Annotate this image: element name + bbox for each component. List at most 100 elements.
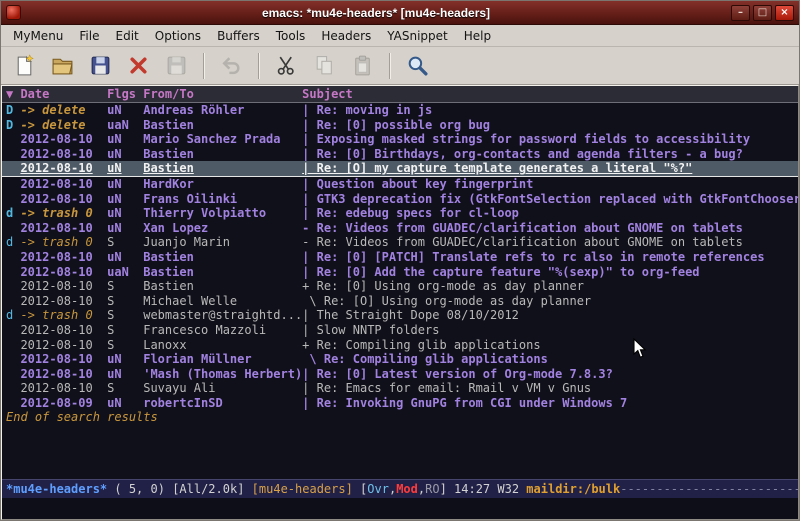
write-file-button [159, 50, 194, 81]
close-buffer-button[interactable] [121, 50, 156, 81]
row-subject: - Re: Videos from GUADEC/clarification a… [302, 221, 798, 236]
message-row[interactable]: 2012-08-10uNFrans Oilinki| GTK3 deprecat… [2, 192, 798, 207]
minimize-icon: – [738, 8, 743, 18]
menu-item-mymenu[interactable]: MyMenu [5, 26, 71, 46]
close-icon: × [780, 8, 788, 18]
row-subject: + Re: [0] Using org-mode as day planner [302, 279, 798, 294]
message-row[interactable]: 2012-08-09uNrobertcInSD| Re: Invoking Gn… [2, 396, 798, 411]
open-file-icon [51, 54, 74, 77]
row-mark [6, 323, 20, 338]
message-row[interactable]: 2012-08-10uaNBastien| Re: [0] Add the ca… [2, 265, 798, 280]
minimize-button[interactable]: – [731, 5, 750, 21]
message-row[interactable]: 2012-08-10uN'Mash (Thomas Herbert)| Re: … [2, 367, 798, 382]
modeline-segment-folder: maildir:/bulk [526, 482, 620, 496]
message-row[interactable]: 2012-08-10uNFlorian Müllner \ Re: Compil… [2, 352, 798, 367]
row-flags: uN [107, 147, 143, 162]
row-flags: uaN [107, 118, 143, 133]
message-row[interactable]: 2012-08-10uNMario Sanchez Prada| Exposin… [2, 132, 798, 147]
row-flags: uN [107, 396, 143, 411]
row-mark [6, 396, 20, 411]
new-file-button[interactable] [7, 50, 42, 81]
search-button[interactable] [400, 50, 435, 81]
column-header-flags[interactable]: Flgs [107, 86, 143, 102]
menu-item-buffers[interactable]: Buffers [209, 26, 268, 46]
row-flags: uN [107, 161, 143, 176]
row-mark [6, 221, 20, 236]
echo-area[interactable] [2, 498, 798, 519]
column-header-date[interactable]: Date [20, 86, 107, 102]
undo-button [214, 50, 249, 81]
new-file-icon [13, 54, 36, 77]
message-row[interactable]: 2012-08-10uNXan Lopez- Re: Videos from G… [2, 221, 798, 236]
toolbar-separator [203, 53, 205, 79]
message-row[interactable]: d-> trash 0SJuanjo Marin- Re: Videos fro… [2, 235, 798, 250]
window-menu-icon[interactable] [6, 5, 21, 20]
row-mark [6, 279, 20, 294]
open-file-button[interactable] [45, 50, 80, 81]
menu-item-options[interactable]: Options [147, 26, 209, 46]
message-row[interactable]: d-> trash 0uNThierry Volpiatto| Re: edeb… [2, 206, 798, 221]
row-date: 2012-08-10 [20, 265, 107, 280]
row-mark [6, 294, 20, 309]
message-row[interactable]: 2012-08-10uNHardKor| Question about key … [2, 177, 798, 192]
row-mark: d [6, 206, 20, 221]
row-flags: uN [107, 177, 143, 192]
row-subject: | Re: [0] possible org bug [302, 118, 798, 133]
menu-item-headers[interactable]: Headers [313, 26, 379, 46]
row-flags: uN [107, 250, 143, 265]
menu-item-yasnippet[interactable]: YASnippet [379, 26, 456, 46]
row-date: 2012-08-10 [20, 352, 107, 367]
message-row[interactable]: D-> deleteuNAndreas Röhler| Re: moving i… [2, 103, 798, 118]
message-row[interactable]: 2012-08-10SFrancesco Mazzoli| Slow NNTP … [2, 323, 798, 338]
mu4e-headers-buffer[interactable]: ▼ Date Flgs From/To Subject D-> deleteuN… [2, 86, 798, 479]
modeline-segment-plain: , [418, 482, 425, 496]
toolbar [1, 47, 799, 85]
row-subject: | Re: [0] [PATCH] Translate refs to rc a… [302, 250, 798, 265]
message-row[interactable]: 2012-08-10SBastien+ Re: [0] Using org-mo… [2, 279, 798, 294]
row-mark: d [6, 235, 20, 250]
modeline-segment-plain: [ [360, 482, 367, 496]
row-flags: S [107, 338, 143, 353]
row-subject: | Slow NNTP folders [302, 323, 798, 338]
message-row[interactable]: 2012-08-10uNBastien| Re: [0] Birthdays, … [2, 147, 798, 162]
window-buttons: – □ × [731, 5, 794, 21]
message-row[interactable]: D-> deleteuaNBastien| Re: [0] possible o… [2, 118, 798, 133]
menu-item-file[interactable]: File [71, 26, 107, 46]
title-bar[interactable]: emacs: *mu4e-headers* [mu4e-headers] – □… [1, 1, 799, 25]
row-date: 2012-08-10 [20, 250, 107, 265]
row-flags: uN [107, 221, 143, 236]
modeline-segment-ro: RO [425, 482, 439, 496]
row-mark [6, 338, 20, 353]
row-from: webmaster@straightd... [143, 308, 302, 323]
row-from: Bastien [143, 118, 302, 133]
message-row[interactable]: 2012-08-10SLanoxx+ Re: Compiling glib ap… [2, 338, 798, 353]
cut-button[interactable] [269, 50, 304, 81]
mode-line[interactable]: *mu4e-headers* ( 5, 0) [All/2.0k] [mu4e-… [2, 479, 798, 498]
row-flags: S [107, 235, 143, 250]
message-row[interactable]: 2012-08-10SMichael Welle \ Re: [O] Using… [2, 294, 798, 309]
menu-item-edit[interactable]: Edit [108, 26, 147, 46]
message-row[interactable]: d-> trash 0Swebmaster@straightd...| The … [2, 308, 798, 323]
close-button[interactable]: × [775, 5, 794, 21]
row-mark: D [6, 103, 20, 118]
row-mark [6, 192, 20, 207]
row-subject: | Re: Emacs for email: Rmail v VM v Gnus [302, 381, 798, 396]
message-row[interactable]: 2012-08-10uNBastien| Re: [O] my capture … [2, 161, 798, 177]
save-button[interactable] [83, 50, 118, 81]
message-row[interactable]: 2012-08-10uNBastien| Re: [0] [PATCH] Tra… [2, 250, 798, 265]
copy-icon [313, 54, 336, 77]
row-from: Frans Oilinki [143, 192, 302, 207]
search-icon [406, 54, 429, 77]
message-row[interactable]: 2012-08-10SSuvayu Ali| Re: Emacs for ema… [2, 381, 798, 396]
maximize-button[interactable]: □ [753, 5, 772, 21]
row-mark [6, 177, 20, 192]
menu-item-tools[interactable]: Tools [268, 26, 314, 46]
menu-item-help[interactable]: Help [456, 26, 499, 46]
row-date: 2012-08-10 [20, 147, 107, 162]
row-date: 2012-08-10 [20, 367, 107, 382]
column-header-from[interactable]: From/To [143, 86, 302, 102]
row-from: 'Mash (Thomas Herbert) [143, 367, 302, 382]
row-from: Francesco Mazzoli [143, 323, 302, 338]
end-of-results-text: End of search results [2, 410, 798, 425]
column-header-subject[interactable]: Subject [302, 86, 798, 102]
